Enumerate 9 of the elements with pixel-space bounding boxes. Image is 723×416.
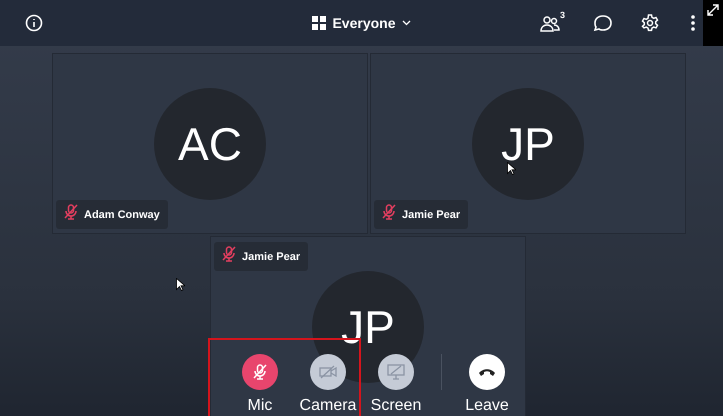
mic-button[interactable]: Mic [232,354,288,415]
participant-name: Adam Conway [84,208,160,220]
avatar: AC [154,88,266,200]
participant-name: Jamie Pear [402,208,460,220]
avatar: JP [472,88,584,200]
view-selector[interactable]: Everyone [308,11,415,35]
participant-count: 3 [560,10,565,20]
participant-name: Jamie Pear [242,250,300,262]
leave-button[interactable]: Leave [459,354,515,415]
